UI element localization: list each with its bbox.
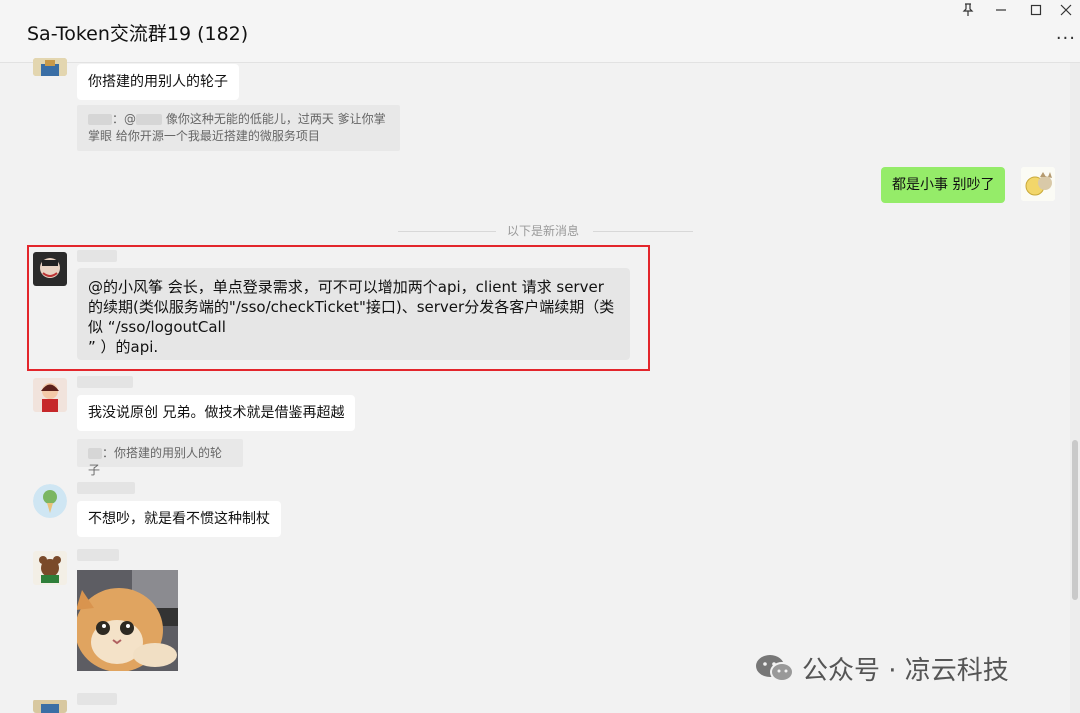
avatar[interactable] xyxy=(33,551,67,585)
watermark-text: 公众号 · 凉云科技 xyxy=(802,656,1009,686)
scrollbar-track[interactable] xyxy=(1070,63,1080,713)
quoted-message[interactable]: ：你搭建的用别人的轮子 xyxy=(77,439,243,477)
avatar[interactable] xyxy=(33,484,67,518)
message-bubble: 不想吵，就是看不惯这种制杖 xyxy=(77,501,281,537)
close-icon[interactable] xyxy=(1055,3,1077,23)
maximize-icon[interactable] xyxy=(1025,3,1047,23)
message-bubble: 你搭建的用别人的轮子 xyxy=(77,64,239,100)
message-bubble: 我没说原创 兄弟。做技术就是借鉴再超越 xyxy=(77,395,356,431)
self-message-bubble: 都是小事 别吵了 xyxy=(881,167,1006,203)
new-messages-divider: 以下是新消息 xyxy=(507,224,580,238)
divider-line-right xyxy=(593,231,693,232)
title-bar: Sa-Token交流群19 (182) ··· xyxy=(0,0,1080,63)
avatar[interactable] xyxy=(33,58,67,76)
divider-line-left xyxy=(398,231,496,232)
cat-photo[interactable] xyxy=(77,570,178,671)
sender-name-blurred xyxy=(77,693,117,705)
quoted-message[interactable]: ：@ 像你这种无能的低能儿，过两天 爹让你掌掌眼 给你开源一个我最近搭建的微服务… xyxy=(77,105,400,151)
highlight-box xyxy=(27,245,650,371)
avatar[interactable] xyxy=(33,378,67,412)
minimize-icon[interactable] xyxy=(990,3,1012,23)
pin-icon[interactable] xyxy=(957,3,979,23)
sender-name-blurred xyxy=(77,482,135,494)
sender-name-blurred xyxy=(77,549,119,561)
chat-window: Sa-Token交流群19 (182) ··· 你搭建的用别人的轮子 ：@ 像你… xyxy=(0,0,1080,713)
scrollbar-thumb[interactable] xyxy=(1072,440,1078,600)
chat-title: Sa-Token交流群19 (182) xyxy=(27,23,249,45)
quote-prefix: ：@ xyxy=(112,112,137,126)
sender-name-blurred xyxy=(77,376,133,388)
avatar[interactable] xyxy=(33,699,67,713)
more-options-icon[interactable]: ··· xyxy=(1056,28,1076,49)
self-avatar[interactable] xyxy=(1021,167,1055,201)
wechat-icon xyxy=(755,653,795,683)
